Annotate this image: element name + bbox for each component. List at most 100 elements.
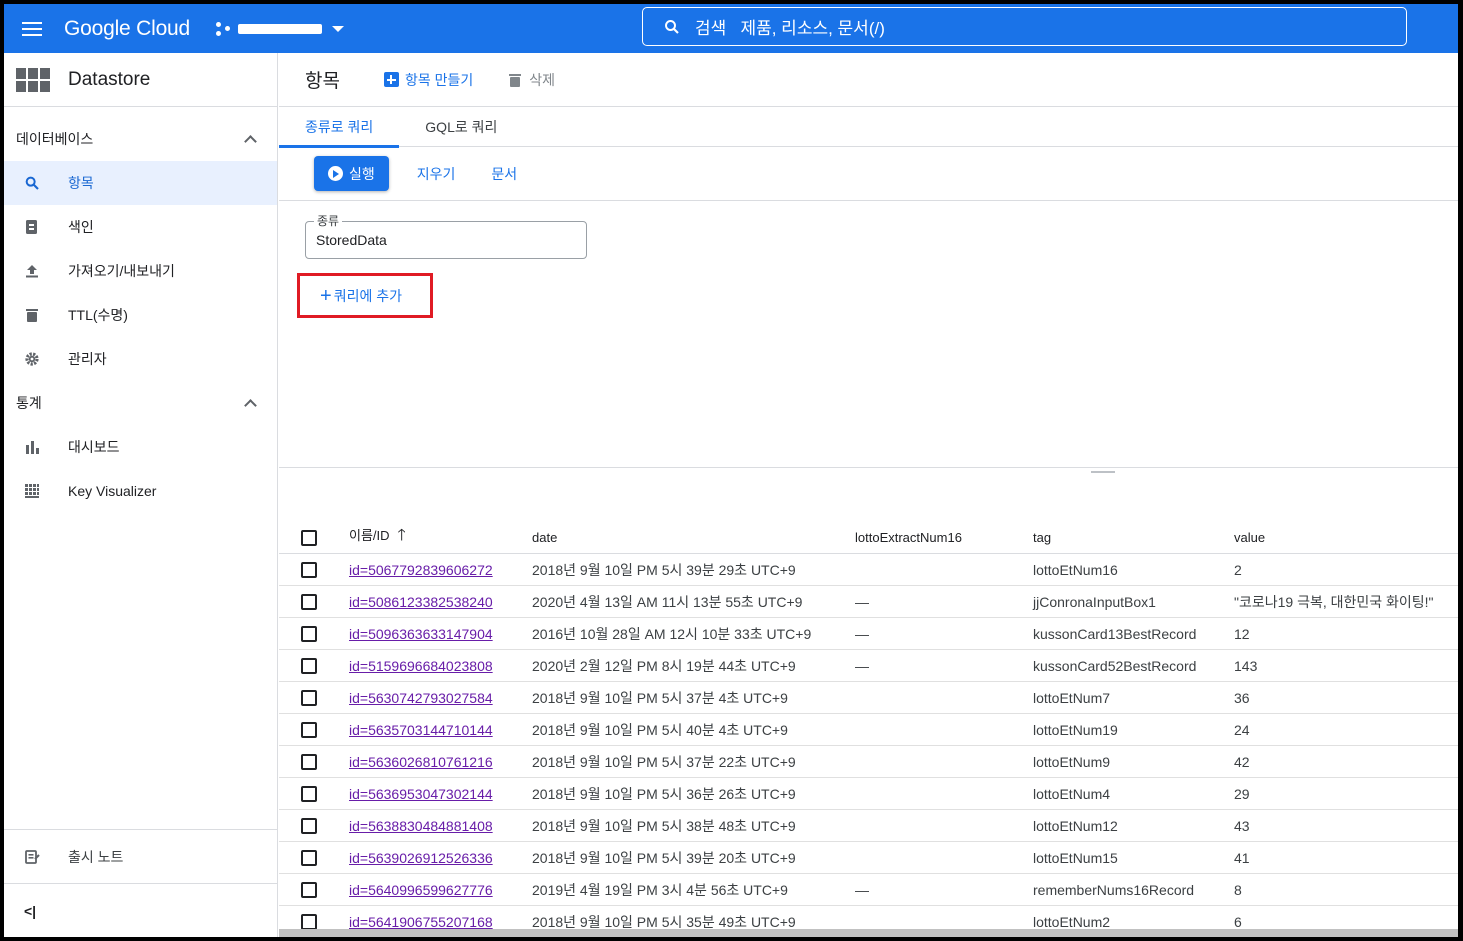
entity-id-link[interactable]: id=5096363633147904 xyxy=(349,626,493,642)
row-select-cell xyxy=(279,913,349,930)
entity-id-link[interactable]: id=5086123382538240 xyxy=(349,594,493,610)
horizontal-scrollbar[interactable] xyxy=(279,929,1458,937)
row-checkbox[interactable] xyxy=(301,881,317,898)
row-checkbox[interactable] xyxy=(301,817,317,834)
release-notes-icon xyxy=(24,849,40,865)
table-row[interactable]: id=5067792839606272 2018년 9월 10일 PM 5시 39… xyxy=(279,554,1458,586)
sidebar-item-indexes[interactable]: 색인 xyxy=(4,205,277,249)
google-cloud-logo[interactable]: Google Cloud xyxy=(64,17,190,41)
cell-value: 8 xyxy=(1234,881,1242,898)
row-checkbox[interactable] xyxy=(301,561,317,578)
entity-id-link[interactable]: id=5635703144710144 xyxy=(349,722,493,738)
sort-ascending-icon[interactable]: 🡑 xyxy=(398,527,406,544)
entity-id-link[interactable]: id=5638830484881408 xyxy=(349,818,493,834)
cell-value: 43 xyxy=(1234,817,1250,834)
sidebar-item-ttl[interactable]: TTL(수명) xyxy=(4,293,277,337)
entity-id-link[interactable]: id=5640996599627776 xyxy=(349,882,493,898)
cell-value: 6 xyxy=(1234,913,1242,930)
table-row[interactable]: id=5086123382538240 2020년 4월 13일 AM 11시 1… xyxy=(279,586,1458,618)
chevron-down-icon xyxy=(332,25,345,32)
sidebar-item-admin[interactable]: 관리자 xyxy=(4,337,277,381)
play-icon xyxy=(328,166,343,181)
app-window: Google Cloud 검색 제품, 리소스, 문서(/) Datastore… xyxy=(4,4,1458,937)
resize-handle[interactable] xyxy=(1091,471,1115,473)
sidebar-item-entities[interactable]: 항목 xyxy=(4,161,277,205)
row-checkbox[interactable] xyxy=(301,657,317,674)
sidebar-item-dashboard[interactable]: 대시보드 xyxy=(4,425,277,469)
search-input[interactable]: 검색 제품, 리소스, 문서(/) xyxy=(642,7,1407,46)
table-row[interactable]: id=5638830484881408 2018년 9월 10일 PM 5시 38… xyxy=(279,810,1458,842)
cell-value: 42 xyxy=(1234,753,1250,770)
column-header-value[interactable]: value xyxy=(1234,530,1458,545)
hamburger-menu-icon[interactable] xyxy=(8,4,56,53)
kind-value: StoredData xyxy=(316,232,387,248)
section-stats[interactable]: 통계 xyxy=(4,381,277,425)
release-notes-link[interactable]: 출시 노트 xyxy=(4,829,277,883)
entity-id-link[interactable]: id=5641906755207168 xyxy=(349,914,493,930)
kind-select[interactable]: 종류 StoredData xyxy=(305,212,587,259)
column-header-lotto[interactable]: lottoExtractNum16 xyxy=(855,530,1033,545)
cell-tag: rememberNums16Record xyxy=(1033,881,1195,898)
entity-id-link[interactable]: id=5630742793027584 xyxy=(349,690,493,706)
cell-value: 36 xyxy=(1234,689,1250,706)
entity-id-link[interactable]: id=5159696684023808 xyxy=(349,658,493,674)
delete-button[interactable]: 삭제 xyxy=(509,70,555,90)
search-icon xyxy=(24,175,40,191)
row-checkbox[interactable] xyxy=(301,721,317,738)
table-row[interactable]: id=5635703144710144 2018년 9월 10일 PM 5시 40… xyxy=(279,714,1458,746)
entity-id-link[interactable]: id=5639026912526336 xyxy=(349,850,493,866)
table-row[interactable]: id=5630742793027584 2018년 9월 10일 PM 5시 37… xyxy=(279,682,1458,714)
chevron-up-icon[interactable] xyxy=(244,135,257,148)
row-checkbox[interactable] xyxy=(301,785,317,802)
table-body: id=5067792839606272 2018년 9월 10일 PM 5시 39… xyxy=(279,554,1458,937)
run-button[interactable]: 실행 xyxy=(314,156,389,191)
entity-id-link[interactable]: id=5636026810761216 xyxy=(349,754,493,770)
sidebar-title: Datastore xyxy=(68,68,151,90)
table-row[interactable]: id=5639026912526336 2018년 9월 10일 PM 5시 39… xyxy=(279,842,1458,874)
entity-id-link[interactable]: id=5067792839606272 xyxy=(349,562,493,578)
tab-query-by-gql[interactable]: GQL로 쿼리 xyxy=(399,107,523,147)
row-select-cell xyxy=(279,657,349,674)
entity-id-link[interactable]: id=5636953047302144 xyxy=(349,786,493,802)
row-checkbox[interactable] xyxy=(301,849,317,866)
table-row[interactable]: id=5636953047302144 2018년 9월 10일 PM 5시 36… xyxy=(279,778,1458,810)
cell-id: id=5638830484881408 xyxy=(349,818,532,834)
create-entity-button[interactable]: 항목 만들기 xyxy=(383,70,473,90)
table-row[interactable]: id=5640996599627776 2019년 4월 19일 PM 3시 4분… xyxy=(279,874,1458,906)
clear-button[interactable]: 지우기 xyxy=(417,164,456,184)
cell-lotto: — xyxy=(855,593,869,610)
section-database[interactable]: 데이터베이스 xyxy=(4,117,277,161)
tab-query-by-kind[interactable]: 종류로 쿼리 xyxy=(279,107,400,148)
table-row[interactable]: id=5636026810761216 2018년 9월 10일 PM 5시 37… xyxy=(279,746,1458,778)
sidebar-item-key-visualizer[interactable]: Key Visualizer xyxy=(4,469,277,513)
row-select-cell xyxy=(279,561,349,578)
cell-tag: lottoEtNum16 xyxy=(1033,561,1118,578)
collapse-sidebar-button[interactable]: <| xyxy=(4,883,277,937)
sidebar-item-label: 가져오기/내보내기 xyxy=(68,263,175,279)
docs-button[interactable]: 문서 xyxy=(491,164,517,184)
sidebar-item-import-export[interactable]: 가져오기/내보내기 xyxy=(4,249,277,293)
select-all-cell xyxy=(279,529,349,546)
cell-date: 2020년 2월 12일 PM 8시 19분 44초 UTC+9 xyxy=(532,657,796,674)
column-header-name-id[interactable]: 이름/ID 🡑 xyxy=(349,524,532,551)
cell-date: 2016년 10월 28일 AM 12시 10분 33초 UTC+9 xyxy=(532,625,812,642)
kind-field-label: 종류 xyxy=(314,212,343,229)
add-to-query-button[interactable]: + 쿼리에 추가 xyxy=(297,273,433,318)
row-checkbox[interactable] xyxy=(301,689,317,706)
table-row[interactable]: id=5096363633147904 2016년 10월 28일 AM 12시 … xyxy=(279,618,1458,650)
cell-id: id=5640996599627776 xyxy=(349,882,532,898)
row-checkbox[interactable] xyxy=(301,753,317,770)
row-checkbox[interactable] xyxy=(301,593,317,610)
chevron-up-icon[interactable] xyxy=(244,399,257,412)
row-checkbox[interactable] xyxy=(301,913,317,930)
project-selector[interactable] xyxy=(216,21,345,37)
entities-table: 이름/ID 🡑 date lottoExtractNum16 tag value … xyxy=(279,522,1458,937)
column-header-tag[interactable]: tag xyxy=(1033,530,1234,545)
column-header-date[interactable]: date xyxy=(532,530,855,545)
gear-icon xyxy=(24,351,40,367)
table-row[interactable]: id=5159696684023808 2020년 2월 12일 PM 8시 19… xyxy=(279,650,1458,682)
row-checkbox[interactable] xyxy=(301,625,317,642)
row-select-cell xyxy=(279,849,349,866)
select-all-checkbox[interactable] xyxy=(301,529,317,546)
search-placeholder: 검색 제품, 리소스, 문서(/) xyxy=(695,19,885,38)
